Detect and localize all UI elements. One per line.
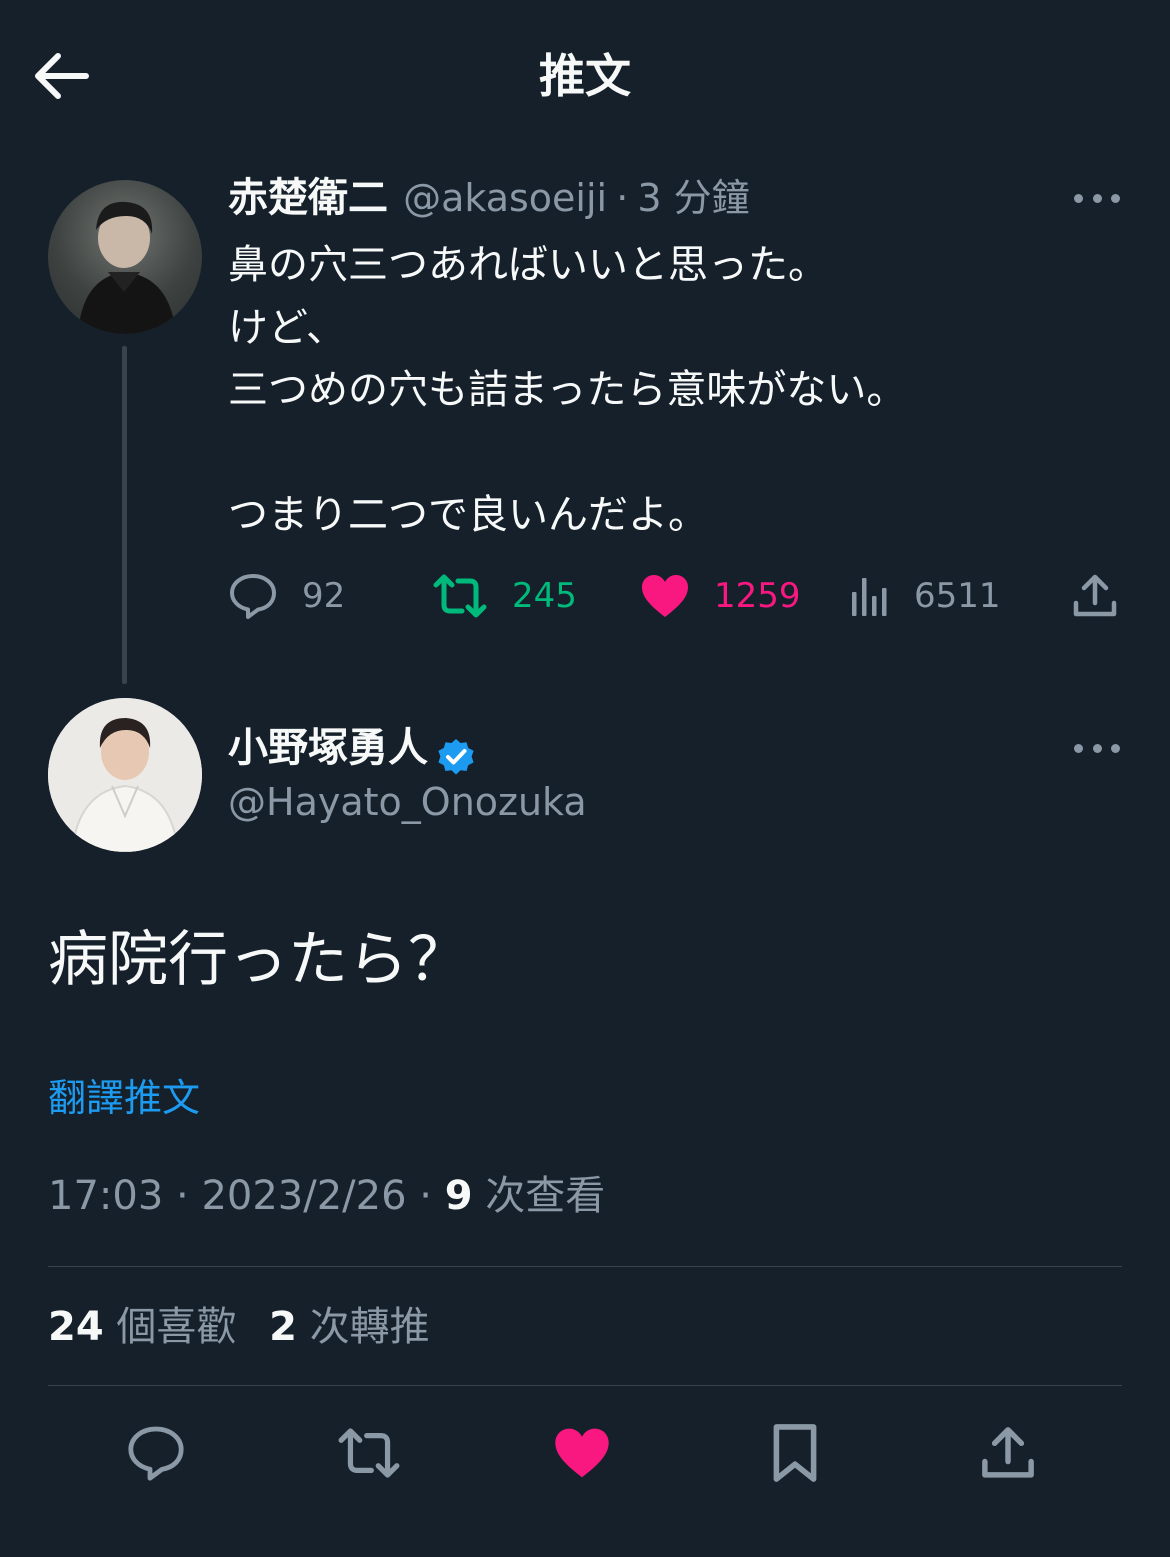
translate-tweet-link[interactable]: 翻譯推文 <box>48 1072 200 1124</box>
views-count: 9 <box>444 1173 473 1219</box>
dot-separator: · <box>616 176 629 220</box>
more-dot-icon <box>1074 193 1083 203</box>
retweets-label: 次轉推 <box>309 1304 430 1350</box>
more-dot-icon <box>1111 193 1120 203</box>
main-tweet-text: 病院行ったら？ <box>48 925 468 995</box>
tweet-metadata: 17:03 · 2023/2/26 · 9 次查看 <box>48 1168 605 1224</box>
share-icon <box>1073 574 1117 617</box>
reply-icon <box>128 1426 184 1481</box>
retweet-icon <box>433 574 487 618</box>
views-count: 6511 <box>914 576 1001 616</box>
likes-label: 個喜歡 <box>116 1304 237 1350</box>
tweet-time: 17:03 <box>48 1173 164 1219</box>
bookmark-button[interactable] <box>760 1418 830 1488</box>
retweets-count: 2 <box>269 1304 297 1350</box>
analytics-icon <box>852 578 887 616</box>
avatar-hayato-onozuka[interactable] <box>48 698 202 852</box>
bookmark-icon <box>773 1424 817 1482</box>
retweet-button[interactable]: 245 <box>432 568 577 624</box>
more-dot-icon <box>1111 743 1120 753</box>
dot-separator: · <box>419 1173 445 1219</box>
heart-filled-icon <box>642 575 688 617</box>
retweet-button[interactable] <box>334 1418 404 1488</box>
avatar-akasoeiji[interactable] <box>48 180 202 334</box>
author-handle[interactable]: @Hayato_Onozuka <box>228 776 587 828</box>
engagement-stats: 24 個喜歡 2 次轉推 <box>48 1298 430 1356</box>
likes-count: 24 <box>48 1304 104 1350</box>
author-handle[interactable]: @akasoeiji <box>403 176 607 220</box>
divider <box>48 1385 1122 1386</box>
share-button[interactable] <box>1072 568 1118 624</box>
avatar-person-image <box>48 698 202 852</box>
tweet-time[interactable]: 3 分鐘 <box>637 176 749 220</box>
verified-badge-icon <box>436 737 476 777</box>
retweet-icon <box>338 1428 400 1478</box>
retweet-count: 245 <box>512 576 577 616</box>
tweet-date: 2023/2/26 <box>201 1173 407 1219</box>
like-button[interactable] <box>547 1418 617 1488</box>
share-button[interactable] <box>973 1418 1043 1488</box>
divider <box>48 1266 1122 1267</box>
more-options-button[interactable] <box>1074 741 1120 755</box>
more-options-button[interactable] <box>1074 191 1120 205</box>
reply-button[interactable]: 92 <box>228 568 345 624</box>
thread-connector-line <box>122 346 127 684</box>
author-name[interactable]: 小野塚勇人 <box>228 725 428 771</box>
parent-tweet-header: 赤楚衛二 @akasoeiji · 3 分鐘 <box>228 172 750 224</box>
reply-count: 92 <box>302 576 346 616</box>
avatar-person-image <box>78 201 176 334</box>
retweets-stat[interactable]: 2 次轉推 <box>269 1304 430 1350</box>
reply-button[interactable] <box>121 1418 191 1488</box>
page-title: 推文 <box>539 49 631 103</box>
more-dot-icon <box>1092 193 1102 203</box>
views-label: 次查看 <box>485 1173 606 1219</box>
more-dot-icon <box>1092 743 1102 753</box>
views-button[interactable]: 6511 <box>850 568 1001 624</box>
dot-separator: · <box>176 1173 202 1219</box>
author-name[interactable]: 赤楚衛二 <box>228 175 388 221</box>
like-button[interactable]: 1259 <box>640 568 801 624</box>
more-dot-icon <box>1074 743 1083 753</box>
main-tweet-author: 小野塚勇人 <box>228 722 476 777</box>
parent-tweet-text: 鼻の穴三つあればいいと思った。 けど、 三つめの穴も詰まったら意味がない。 つま… <box>228 242 907 538</box>
likes-stat[interactable]: 24 個喜歡 <box>48 1304 236 1350</box>
like-count: 1259 <box>714 576 801 616</box>
reply-icon <box>230 574 276 619</box>
heart-filled-icon <box>555 1428 609 1478</box>
share-icon <box>982 1427 1034 1478</box>
